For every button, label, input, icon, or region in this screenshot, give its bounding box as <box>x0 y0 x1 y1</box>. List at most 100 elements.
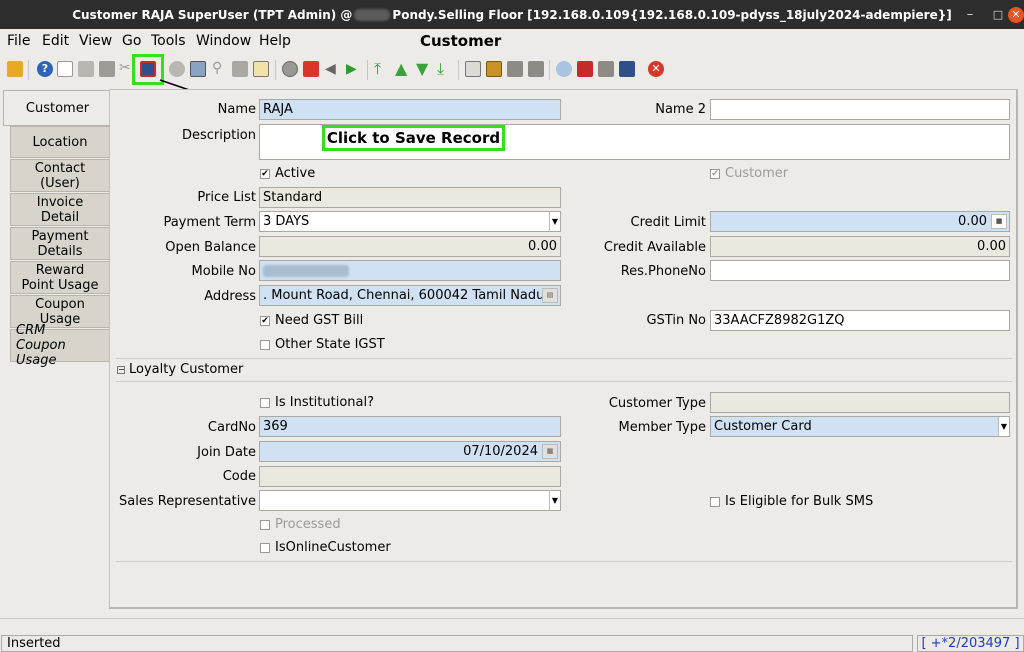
tab-label-line1: Payment <box>31 228 89 244</box>
tab-contact-user[interactable]: Contact (User) <box>10 159 110 192</box>
checkmark-icon: ✔ <box>260 168 270 179</box>
checkmark-icon: ✔ <box>710 168 720 179</box>
resphone-field[interactable] <box>710 260 1010 281</box>
cardno-label: CardNo <box>207 420 256 435</box>
creditlimit-value: 0.00 <box>958 214 987 229</box>
record-navigator[interactable]: [ +*2/203497 ] <box>917 635 1024 652</box>
pricelist-label: Price List <box>197 190 256 205</box>
online-checkbox[interactable]: IsOnlineCustomer <box>260 540 391 555</box>
online-label: IsOnlineCustomer <box>275 540 391 555</box>
paymentterm-select[interactable]: 3 DAYS ▼ <box>259 211 561 232</box>
customertype-label: Customer Type <box>608 396 706 411</box>
chevron-down-icon[interactable]: ▼ <box>998 417 1009 436</box>
openbalance-field: 0.00 <box>259 236 561 257</box>
bulksms-label: Is Eligible for Bulk SMS <box>725 494 874 509</box>
needgst-checkbox[interactable]: ✔ Need GST Bill <box>260 313 363 328</box>
address-value: . Mount Road, Chennai, 600042 Tamil Nadu <box>263 288 545 303</box>
tab-label-line1: Contact <box>34 160 86 176</box>
salesrep-label: Sales Representative <box>119 494 256 509</box>
loyalty-section-label: Loyalty Customer <box>129 362 244 377</box>
save-callout: Click to Save Record <box>322 125 505 151</box>
membertype-select[interactable]: Customer Card ▼ <box>710 416 1010 437</box>
redacted-text <box>263 265 349 277</box>
calculator-icon[interactable]: ■ <box>991 214 1007 229</box>
joindate-value: 07/10/2024 <box>463 444 538 459</box>
status-bar: Inserted [ +*2/203497 ] <box>0 634 1024 652</box>
tab-label-line2: Detail <box>40 209 80 225</box>
tab-label-line2: (User) <box>40 175 80 191</box>
address-field[interactable]: . Mount Road, Chennai, 600042 Tamil Nadu… <box>259 285 561 306</box>
description-label: Description <box>181 128 256 143</box>
customer-checkbox: ✔ Customer <box>710 166 788 181</box>
name-field[interactable]: RAJA <box>259 99 561 120</box>
tab-label-line1: Coupon <box>35 296 85 312</box>
tab-label: Location <box>32 134 88 150</box>
customertype-field <box>710 392 1010 413</box>
mobile-label: Mobile No <box>191 264 256 279</box>
otherstate-label: Other State IGST <box>275 337 385 352</box>
processed-label: Processed <box>275 517 341 532</box>
calendar-icon[interactable]: ▦ <box>542 444 558 459</box>
tab-label-line2: Point Usage <box>21 277 99 293</box>
tab-reward-point-usage[interactable]: Reward Point Usage <box>10 261 110 294</box>
processed-checkbox: Processed <box>260 517 341 532</box>
name2-field[interactable] <box>710 99 1010 120</box>
location-picker-icon[interactable]: ▤ <box>542 288 558 303</box>
active-checkbox[interactable]: ✔ Active <box>260 166 315 181</box>
paymentterm-value: 3 DAYS <box>263 214 310 229</box>
tab-label-line1: CRM <box>16 323 46 338</box>
tab-location[interactable]: Location <box>10 126 110 158</box>
form-panel <box>109 89 1018 609</box>
gstin-field[interactable]: 33AACFZ8982G1ZQ <box>710 310 1010 331</box>
chevron-down-icon[interactable]: ▼ <box>549 491 560 510</box>
code-field <box>259 466 561 487</box>
chevron-down-icon[interactable]: ▼ <box>549 212 560 231</box>
checkbox-box <box>260 519 270 530</box>
customer-label: Customer <box>725 166 789 181</box>
bulksms-checkbox[interactable]: Is Eligible for Bulk SMS <box>710 494 873 509</box>
creditlimit-field[interactable]: 0.00 ■ <box>710 211 1010 232</box>
loyalty-section-header[interactable]: − Loyalty Customer <box>117 362 243 377</box>
status-message: Inserted <box>1 635 913 652</box>
collapse-icon[interactable]: − <box>117 365 125 374</box>
status-divider <box>0 618 1024 632</box>
checkbox-box <box>710 496 720 507</box>
tab-invoice-detail[interactable]: Invoice Detail <box>10 193 110 226</box>
active-label: Active <box>275 166 316 181</box>
cardno-field[interactable]: 369 <box>259 416 561 437</box>
creditavailable-field: 0.00 <box>710 236 1010 257</box>
tab-label-line2: Coupon Usage <box>16 338 66 368</box>
salesrep-select[interactable]: ▼ <box>259 490 561 511</box>
divider <box>116 358 1012 359</box>
pricelist-field: Standard <box>259 187 561 208</box>
otherstate-checkbox[interactable]: Other State IGST <box>260 337 385 352</box>
joindate-field[interactable]: 07/10/2024 ▦ <box>259 441 561 462</box>
tab-label: Customer <box>25 100 90 116</box>
membertype-value: Customer Card <box>714 419 812 434</box>
checkbox-box <box>260 397 270 408</box>
tab-payment-details[interactable]: Payment Details <box>10 227 110 260</box>
tab-label-line2: Usage <box>39 311 81 327</box>
tab-label-line2: Details <box>37 243 83 259</box>
openbalance-label: Open Balance <box>165 240 256 255</box>
checkbox-box <box>260 339 270 350</box>
code-label: Code <box>222 469 256 484</box>
tab-customer[interactable]: Customer <box>3 90 111 126</box>
tab-label-line1: Invoice <box>36 194 84 210</box>
divider <box>116 561 1012 562</box>
creditavailable-label: Credit Available <box>603 240 706 255</box>
institutional-checkbox[interactable]: Is Institutional? <box>260 395 374 410</box>
address-label: Address <box>204 289 256 304</box>
needgst-label: Need GST Bill <box>275 313 364 328</box>
mobile-field[interactable] <box>259 260 561 281</box>
paymentterm-label: Payment Term <box>163 215 256 230</box>
membertype-label: Member Type <box>618 420 706 435</box>
name2-label: Name 2 <box>655 102 706 117</box>
tab-crm-coupon-usage[interactable]: CRM Coupon Usage <box>10 323 110 368</box>
divider <box>116 381 1012 382</box>
tab-label-line1: Reward <box>35 262 85 278</box>
joindate-label: Join Date <box>197 445 256 460</box>
institutional-label: Is Institutional? <box>275 395 375 410</box>
checkmark-icon: ✔ <box>260 315 270 326</box>
gstin-label: GSTin No <box>646 313 706 328</box>
